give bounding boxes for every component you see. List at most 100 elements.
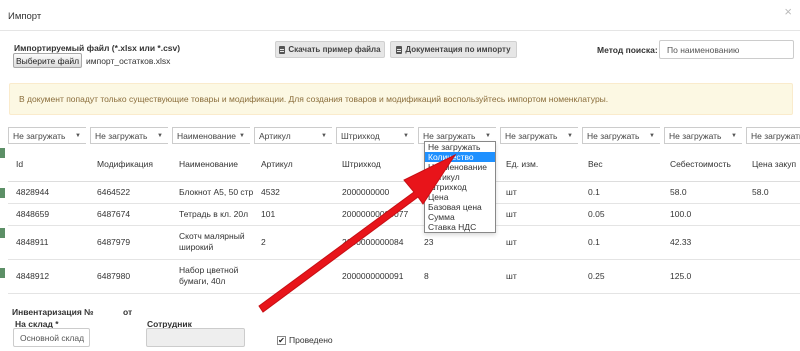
file-name: импорт_остатков.xlsx — [86, 56, 171, 66]
column-select[interactable]: Не загружать▼ — [746, 127, 800, 144]
dropdown-option[interactable]: Базовая цена — [425, 202, 495, 212]
table-row: 4848659 6487674 Тетрадь в кл. 20л 101 20… — [8, 204, 800, 226]
dropdown-caret-icon: ▼ — [649, 133, 655, 139]
dropdown-caret-icon: ▼ — [403, 133, 409, 139]
header-name: Наименование — [179, 159, 238, 169]
employee-field[interactable] — [146, 328, 245, 347]
header-barcode: Штрихкод — [342, 159, 381, 169]
cell-name: бумаги, 40л — [179, 276, 226, 286]
inventory-number-label: Инвентаризация № — [12, 307, 94, 317]
cell-price: 58.0 — [752, 187, 769, 197]
header-purchase-price: Цена закуп — [752, 159, 797, 169]
dropdown-option[interactable]: Не загружать — [425, 142, 495, 152]
cell-sku: 101 — [261, 209, 276, 219]
cell-modification: 6487979 — [97, 237, 131, 247]
column-select[interactable]: Не загружать▼ — [500, 127, 578, 144]
header-weight: Вес — [588, 159, 603, 169]
posted-label: Проведено — [289, 335, 333, 345]
column-select[interactable]: Не загружать▼ — [664, 127, 742, 144]
import-docs-label: Документация по импорту — [405, 45, 511, 54]
table-row: 4828944 6464522 Блокнот А5, 50 стр 4532 … — [8, 182, 800, 204]
info-alert: В документ попадут только существующие т… — [9, 83, 793, 115]
cell-name: широкий — [179, 242, 214, 252]
cell-barcode: 20000000000077 — [342, 209, 409, 219]
cell-unit: шт — [506, 271, 517, 281]
column-select[interactable]: Не загружать▼ — [582, 127, 660, 144]
store-select[interactable]: Основной склад — [13, 328, 90, 347]
cell-unit: шт — [506, 187, 517, 197]
cell-weight: 0.1 — [588, 187, 600, 197]
dropdown-caret-icon: ▼ — [485, 133, 491, 139]
document-icon — [396, 45, 403, 54]
import-dialog: Импорт × Импортируемый файл (*.xlsx или … — [0, 0, 800, 351]
dropdown-option[interactable]: Сумма — [425, 212, 495, 222]
cell-quantity: 8 — [424, 271, 429, 281]
title-divider — [0, 30, 800, 31]
dropdown-caret-icon: ▼ — [75, 133, 81, 139]
cell-barcode: 2000000000091 — [342, 271, 404, 281]
side-scroll-marks — [0, 128, 6, 288]
dropdown-caret-icon: ▼ — [731, 133, 737, 139]
cell-weight: 0.25 — [588, 271, 605, 281]
cell-cost: 100.0 — [670, 209, 692, 219]
dropdown-option[interactable]: Артикул — [425, 172, 495, 182]
cell-quantity: 23 — [424, 237, 434, 247]
alert-text: В документ попадут только существующие т… — [19, 94, 609, 104]
column-select[interactable]: Штрихкод ▼ — [336, 127, 414, 144]
cell-modification: 6464522 — [97, 187, 131, 197]
posted-checkbox[interactable]: ✔ Проведено — [277, 335, 333, 345]
dropdown-caret-icon: ▼ — [239, 133, 245, 139]
download-example-button[interactable]: Скачать пример файла — [275, 41, 385, 58]
column-select[interactable]: Не загружать▼ — [8, 127, 86, 144]
cell-name: Тетрадь в кл. 20л — [179, 209, 249, 219]
cell-name: Набор цветной — [179, 265, 239, 275]
cell-sku: 4532 — [261, 187, 280, 197]
checkbox-checked-icon[interactable]: ✔ — [277, 335, 286, 345]
dropdown-option-selected[interactable]: Количество — [425, 152, 495, 162]
table-row: 4848912 6487980 Набор цветной бумаги, 40… — [8, 260, 800, 294]
header-unit: Ед. изм. — [506, 159, 539, 169]
cell-barcode: 2000000000084 — [342, 237, 404, 247]
dropdown-caret-icon: ▼ — [157, 133, 163, 139]
cell-cost: 125.0 — [670, 271, 692, 281]
dropdown-option[interactable]: Штрихкод — [425, 182, 495, 192]
cell-weight: 0.05 — [588, 209, 605, 219]
cell-id: 4828944 — [16, 187, 50, 197]
column-select[interactable]: Наименование ▼ — [172, 127, 250, 144]
cell-cost: 58.0 — [670, 187, 687, 197]
search-method-select[interactable]: По наименованию — [659, 40, 794, 59]
header-sku: Артикул — [261, 159, 293, 169]
choose-file-button[interactable]: Выберите файл — [13, 53, 82, 68]
dropdown-caret-icon: ▼ — [567, 133, 573, 139]
document-icon — [279, 45, 286, 54]
cell-unit: шт — [506, 237, 517, 247]
dialog-title: Импорт — [8, 11, 42, 22]
dropdown-option[interactable]: Наименование — [425, 162, 495, 172]
cell-name: Скотч малярный — [179, 231, 245, 241]
dropdown-option[interactable]: Цена — [425, 192, 495, 202]
column-select[interactable]: Артикул ▼ — [254, 127, 332, 144]
header-id: Id — [16, 159, 24, 169]
cell-name: Блокнот А5, 50 стр — [179, 187, 254, 197]
column-mapping-row: Не загружать ▼ Не загружать ▼ Наименование… — [8, 127, 800, 144]
search-method-label: Метод поиска: — [597, 45, 658, 55]
cell-modification: 6487674 — [97, 209, 131, 219]
column-type-dropdown[interactable]: Не загружать Количество Наименование Арт… — [424, 141, 496, 233]
download-example-label: Скачать пример файла — [288, 45, 381, 54]
cell-barcode: 2000000000 — [342, 187, 390, 197]
cell-weight: 0.1 — [588, 237, 600, 247]
column-select[interactable]: Не загружать▼ — [90, 127, 168, 144]
cell-sku: 2 — [261, 237, 266, 247]
header-modification: Модификация — [97, 159, 154, 169]
dropdown-option[interactable]: Ставка НДС — [425, 222, 495, 232]
cell-id: 4848659 — [16, 209, 50, 219]
inventory-date-label: от — [123, 307, 133, 317]
cell-id: 4848912 — [16, 271, 50, 281]
cell-unit: шт — [506, 209, 517, 219]
cell-id: 4848911 — [16, 237, 49, 247]
table-row: 4848911 6487979 Скотч малярный широкий 2… — [8, 226, 800, 260]
close-icon[interactable]: × — [784, 4, 792, 19]
file-label: Импортируемый файл (*.xlsx или *.csv) — [14, 43, 181, 53]
import-docs-button[interactable]: Документация по импорту — [390, 41, 517, 58]
table-header: Id Модификация Наименование Артикул Штри… — [8, 148, 800, 182]
